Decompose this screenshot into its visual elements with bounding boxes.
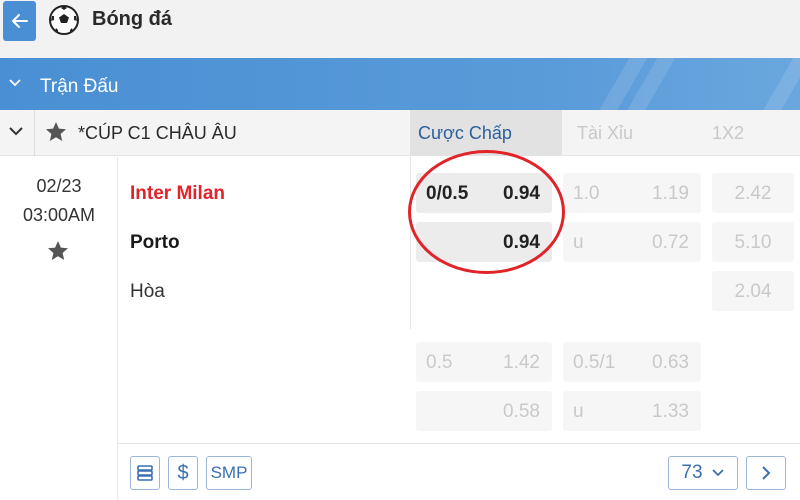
tab-over-under[interactable]: Tài Xỉu — [577, 110, 633, 156]
odds-value: 2.42 — [734, 183, 772, 204]
1x2-away-odds[interactable]: 5.10 — [712, 222, 794, 262]
section-title: Trận Đấu — [40, 76, 119, 97]
under-label: u — [573, 401, 584, 422]
under-odds[interactable]: u 0.72 — [563, 222, 701, 262]
team-home[interactable]: Inter Milan — [130, 183, 225, 205]
match-time: 03:00AM — [22, 205, 96, 225]
market-count: 73 — [681, 462, 703, 483]
odds-value: 5.10 — [734, 232, 772, 253]
odds-value: 2.04 — [734, 281, 772, 302]
handicap-line: 0.5 — [426, 352, 453, 373]
arrow-left-icon — [11, 14, 28, 28]
alt-over-odds[interactable]: 0.5/1 0.63 — [563, 342, 701, 382]
league-name: *CÚP C1 CHÂU ÂU — [78, 123, 237, 143]
divider — [34, 110, 35, 156]
next-button[interactable] — [746, 456, 786, 490]
odds-value: 1.19 — [652, 183, 689, 204]
odds-value: 0.58 — [503, 401, 540, 422]
star-icon[interactable] — [44, 120, 68, 144]
back-button[interactable] — [3, 1, 36, 41]
team-draw-label: Hòa — [130, 281, 165, 302]
team-away[interactable]: Porto — [130, 232, 180, 254]
match-time-column: 02/23 03:00AM — [0, 157, 118, 500]
chevron-down-icon[interactable] — [8, 125, 24, 137]
section-bar[interactable]: Trận Đấu — [0, 58, 800, 110]
chevron-right-icon — [762, 466, 771, 480]
alt-handicap-away-odds[interactable]: 0.58 — [416, 391, 552, 431]
league-row: *CÚP C1 CHÂU ÂU Cược Chấp Tài Xỉu 1X2 — [0, 110, 800, 156]
1x2-home-odds[interactable]: 2.42 — [712, 173, 794, 213]
bet-button[interactable]: $ — [168, 456, 198, 490]
odds-value: 1.33 — [652, 401, 689, 422]
alt-handicap-home-odds[interactable]: 0.5 1.42 — [416, 342, 552, 382]
odds-value: 1.42 — [503, 352, 540, 373]
alt-under-odds[interactable]: u 1.33 — [563, 391, 701, 431]
smp-button[interactable]: SMP — [206, 456, 252, 490]
over-under-line: 1.0 — [573, 183, 600, 204]
over-odds[interactable]: 1.0 1.19 — [563, 173, 701, 213]
app-header: Bóng đá — [0, 0, 800, 58]
divider — [118, 443, 800, 444]
odds-value: 0.72 — [652, 232, 689, 253]
1x2-draw-odds[interactable]: 2.04 — [712, 271, 794, 311]
dollar-icon: $ — [177, 461, 189, 484]
star-icon[interactable] — [46, 239, 70, 263]
chevron-down-icon — [9, 79, 21, 87]
divider — [410, 157, 411, 329]
highlight-ring — [408, 150, 565, 274]
tab-1x2[interactable]: 1X2 — [712, 110, 744, 156]
app-title: Bóng đá — [92, 8, 172, 30]
under-label: u — [573, 232, 584, 253]
smp-label: SMP — [210, 463, 248, 482]
soccer-ball-icon — [49, 5, 79, 35]
more-markets-button[interactable]: 73 — [668, 456, 738, 490]
stats-button[interactable] — [130, 456, 160, 490]
over-under-line: 0.5/1 — [573, 352, 616, 373]
odds-value: 0.63 — [652, 352, 689, 373]
chevron-down-icon — [711, 469, 724, 477]
list-icon — [137, 465, 153, 481]
match-date: 02/23 — [36, 176, 82, 196]
